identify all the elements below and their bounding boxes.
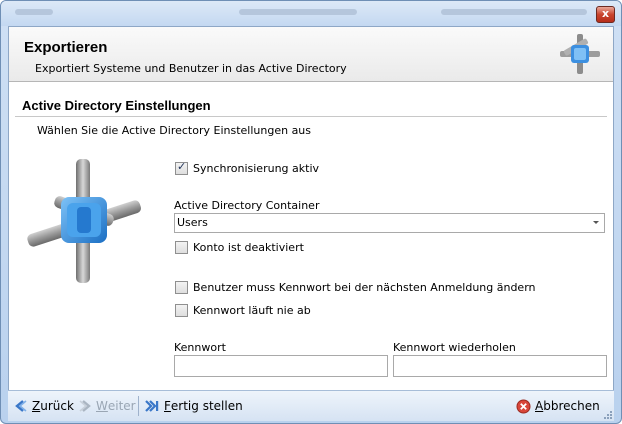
dropdown-arrow-icon[interactable] [593, 221, 599, 224]
page-subtitle: Exportiert Systeme und Benutzer in das A… [35, 62, 347, 75]
sync-checkbox-box[interactable] [175, 160, 188, 175]
cancel-icon [516, 399, 531, 413]
active-directory-icon [560, 34, 600, 74]
next-accel: W [96, 399, 108, 413]
wizard-header: Exportieren Exportiert Systeme und Benut… [9, 27, 613, 82]
disabled-account-checkbox-box[interactable] [175, 240, 188, 254]
sync-checkbox-label: Synchronisierung aktiv [193, 161, 320, 175]
section-title: Active Directory Einstellungen [22, 98, 211, 113]
back-arrow-icon [15, 400, 27, 412]
finish-label: ertig stellen [170, 399, 243, 413]
finish-icon [145, 400, 159, 412]
back-label: urück [40, 399, 74, 413]
cancel-accel: A [535, 399, 544, 413]
finish-accel: F [164, 399, 171, 413]
back-button[interactable]: Zurück [14, 397, 74, 415]
password-repeat-label: Kennwort wiederholen [393, 341, 516, 354]
wizard-client-area: Exportieren Exportiert Systeme und Benut… [8, 26, 614, 418]
next-button[interactable]: Weiter [78, 397, 136, 415]
password-label: Kennwort [174, 341, 226, 354]
title-blur-left [15, 9, 53, 15]
wizard-footer: Zurück Weiter Fertig stellen Abbrechen [8, 390, 614, 421]
never-expires-label: Kennwort läuft nie ab [193, 303, 311, 317]
page-title: Exportieren [24, 39, 108, 56]
active-directory-large-icon [27, 159, 141, 283]
finish-button[interactable]: Fertig stellen [144, 397, 243, 415]
cancel-label: bbrechen [543, 399, 600, 413]
footer-separator [138, 396, 139, 416]
close-button[interactable]: x [596, 6, 615, 23]
back-accel: Z [32, 399, 41, 413]
title-blur-center [239, 9, 357, 15]
never-expires-checkbox[interactable]: Kennwort läuft nie ab [175, 303, 311, 317]
cancel-button[interactable]: Abbrechen [516, 397, 600, 415]
container-dropdown[interactable]: Users [174, 213, 605, 233]
password-input[interactable] [174, 355, 388, 377]
resize-grip-icon[interactable] [602, 409, 612, 419]
section-divider [15, 116, 607, 117]
next-label: eiter [107, 399, 136, 413]
change-password-checkbox-box[interactable] [175, 280, 188, 294]
next-arrow-icon [79, 400, 91, 412]
section-subtitle: Wählen Sie die Active Directory Einstell… [37, 124, 312, 137]
password-repeat-input[interactable] [393, 355, 607, 377]
change-password-label: Benutzer muss Kennwort bei der nächsten … [193, 280, 536, 294]
title-blur-right [441, 9, 587, 15]
container-label: Active Directory Container [174, 199, 320, 212]
container-value: Users [177, 216, 208, 229]
sync-checkbox[interactable]: Synchronisierung aktiv [175, 160, 320, 175]
wizard-window: x Exportieren Exportiert Systeme und Ben… [0, 0, 622, 424]
disabled-account-label: Konto ist deaktiviert [193, 240, 304, 254]
disabled-account-checkbox[interactable]: Konto ist deaktiviert [175, 240, 304, 254]
change-password-checkbox[interactable]: Benutzer muss Kennwort bei der nächsten … [175, 280, 536, 294]
never-expires-checkbox-box[interactable] [175, 303, 188, 317]
title-bar[interactable]: x [1, 1, 621, 26]
